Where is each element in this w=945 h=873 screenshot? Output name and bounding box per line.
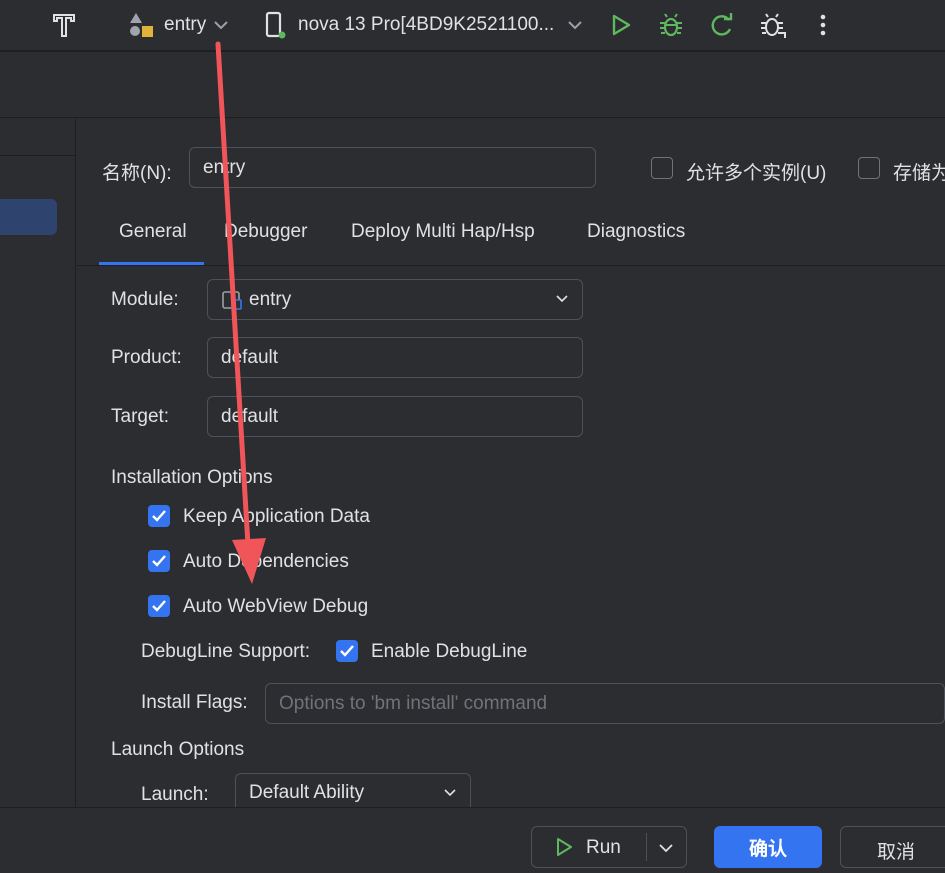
module-value: entry	[249, 288, 292, 310]
attach-debugger-icon[interactable]	[758, 10, 788, 40]
launch-options-title: Launch Options	[111, 739, 245, 760]
dialog-header-band	[0, 54, 945, 118]
checkmark-icon	[152, 510, 166, 522]
module-folder-icon	[222, 290, 242, 310]
target-label: Target:	[111, 406, 170, 427]
allow-multiple-checkbox[interactable]	[651, 157, 673, 179]
product-label: Product:	[111, 347, 182, 368]
config-name: entry	[164, 14, 207, 35]
name-input-value: entry	[203, 156, 246, 178]
apply-changes-icon[interactable]	[708, 10, 736, 40]
chevron-down-icon	[556, 295, 568, 303]
run-configuration-window: entry nova 13 Pro[4BD9K2521100... 名称(N):…	[0, 0, 945, 873]
module-dropdown[interactable]: entry	[207, 279, 583, 320]
pane-divider	[0, 155, 76, 156]
product-input[interactable]: default	[207, 337, 583, 378]
module-label: Module:	[111, 289, 179, 310]
cancel-button[interactable]: 取消	[840, 826, 945, 868]
keep-app-data-label: Keep Application Data	[183, 506, 370, 527]
enable-debugline-label: Enable DebugLine	[371, 641, 528, 662]
configuration-editor: 名称(N): entry 允许多个实例(U) 存储为 General Debug…	[77, 119, 945, 813]
install-flags-input[interactable]: Options to 'bm install' command	[265, 683, 945, 724]
target-input[interactable]: default	[207, 396, 583, 437]
tab-general[interactable]: General	[119, 221, 187, 243]
cancel-button-label: 取消	[877, 842, 916, 863]
checkmark-icon	[152, 600, 166, 612]
configuration-list-pane	[0, 119, 76, 807]
checkmark-icon	[340, 645, 354, 657]
run-config-selector[interactable]: entry	[128, 10, 228, 40]
more-options-icon[interactable]	[816, 10, 830, 40]
device-name: nova 13 Pro[4BD9K2521100...	[298, 14, 555, 35]
debug-bug-icon[interactable]	[657, 10, 685, 40]
run-play-icon[interactable]	[608, 10, 634, 40]
chevron-down-icon[interactable]	[659, 843, 673, 853]
selected-configuration-item[interactable]	[0, 199, 57, 235]
install-flags-label: Install Flags:	[141, 692, 248, 713]
auto-webview-debug-label: Auto WebView Debug	[183, 596, 369, 617]
launch-value: Default Ability	[249, 782, 365, 803]
allow-multiple-label: 允许多个实例(U)	[686, 163, 827, 184]
run-button[interactable]: Run	[531, 826, 687, 868]
build-hammer-icon[interactable]	[50, 10, 80, 40]
install-flags-placeholder: Options to 'bm install' command	[279, 692, 548, 714]
main-toolbar: entry nova 13 Pro[4BD9K2521100...	[0, 0, 945, 52]
launch-label: Launch:	[141, 784, 209, 805]
installation-options-title: Installation Options	[111, 467, 273, 488]
run-play-icon	[557, 838, 572, 856]
chevron-down-icon	[444, 789, 456, 797]
run-button-label: Run	[586, 837, 621, 858]
enable-debugline-checkbox[interactable]	[336, 640, 358, 662]
target-value: default	[221, 405, 279, 427]
tabs-separator	[77, 265, 945, 266]
store-as-checkbox[interactable]	[858, 157, 880, 179]
tab-debugger[interactable]: Debugger	[224, 221, 307, 243]
chevron-down-icon	[568, 21, 583, 30]
product-value: default	[221, 346, 279, 368]
tab-diagnostics[interactable]: Diagnostics	[587, 221, 685, 243]
tab-deploy-multi-hap-hsp[interactable]: Deploy Multi Hap/Hsp	[351, 221, 535, 243]
dialog-footer: Run 确认 取消	[0, 807, 945, 873]
debugline-support-label: DebugLine Support:	[141, 641, 311, 662]
auto-webview-debug-checkbox[interactable]	[148, 595, 170, 617]
phone-icon	[265, 11, 286, 39]
chevron-down-icon	[214, 21, 228, 30]
auto-dependencies-label: Auto Dependencies	[183, 551, 349, 572]
checkmark-icon	[152, 555, 166, 567]
config-shapes-icon	[130, 13, 153, 37]
store-as-label: 存储为	[893, 163, 945, 184]
name-label: 名称(N):	[102, 163, 172, 184]
keep-app-data-checkbox[interactable]	[148, 505, 170, 527]
auto-dependencies-checkbox[interactable]	[148, 550, 170, 572]
device-selector[interactable]: nova 13 Pro[4BD9K2521100...	[264, 10, 583, 40]
split-divider	[646, 833, 647, 861]
ok-button[interactable]: 确认	[714, 826, 822, 868]
name-input[interactable]: entry	[189, 147, 596, 188]
